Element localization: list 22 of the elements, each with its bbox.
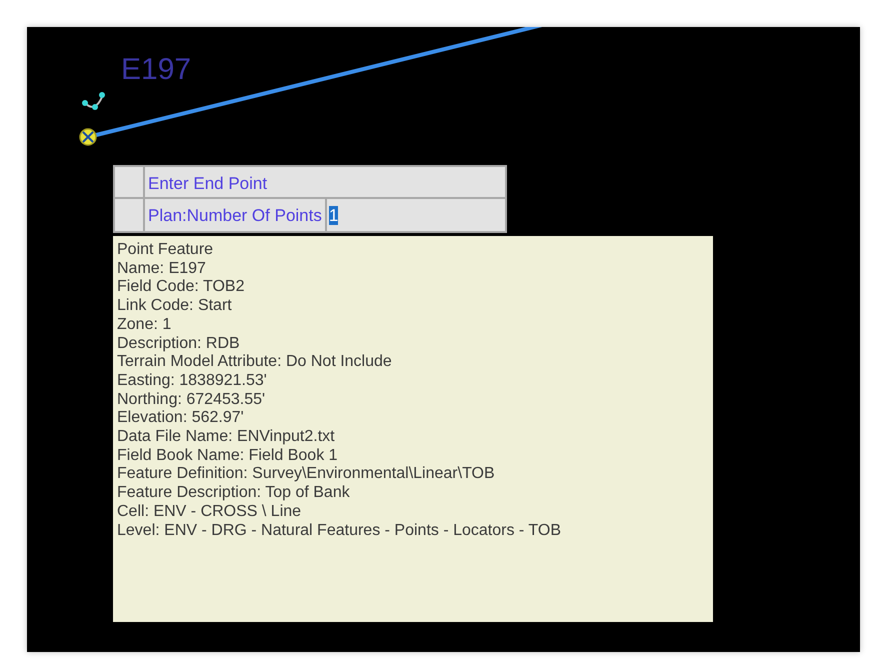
- tooltip-line: Field Book Name: Field Book 1: [117, 446, 339, 466]
- tooltip-line: Name: E197: [117, 260, 207, 278]
- tooltip-line: Field Code: TOB2: [117, 278, 246, 298]
- tooltip-line: Feature Description: Top of Bank: [117, 484, 351, 503]
- prompt-value-field[interactable]: 1: [328, 206, 338, 225]
- tooltip-line: Link Code: Start: [117, 297, 233, 316]
- tooltip-line: Terrain Model Attribute: Do Not Include: [117, 353, 393, 372]
- prompt-label: Enter End Point: [147, 173, 268, 195]
- point-label: E197: [121, 55, 192, 85]
- tooltip-line: Zone: 1: [117, 316, 172, 335]
- tooltip-line: Elevation: 562.97': [117, 409, 245, 428]
- tooltip-line: Data File Name: ENVinput2.txt: [117, 428, 336, 447]
- tooltip-line: Cell: ENV - CROSS \ Line: [117, 502, 302, 522]
- point-marker-icon: [79, 128, 97, 146]
- prompt-label: Plan:Number Of Points: [147, 205, 323, 227]
- tooltip-line: Northing: 672453.55': [117, 390, 266, 410]
- curve-handle-icon: [82, 92, 105, 110]
- tooltip-line: Point Feature: [117, 241, 214, 260]
- tooltip-line: Level: ENV - DRG - Natural Features - Points - Locators - TOB: [117, 522, 562, 540]
- tooltip-line: Description: RDB: [117, 334, 241, 354]
- tooltip-line: Feature Definition: Survey\Environmental\Linear\TOB: [117, 465, 496, 484]
- tooltip-line: Easting: 1838921.53': [117, 372, 268, 391]
